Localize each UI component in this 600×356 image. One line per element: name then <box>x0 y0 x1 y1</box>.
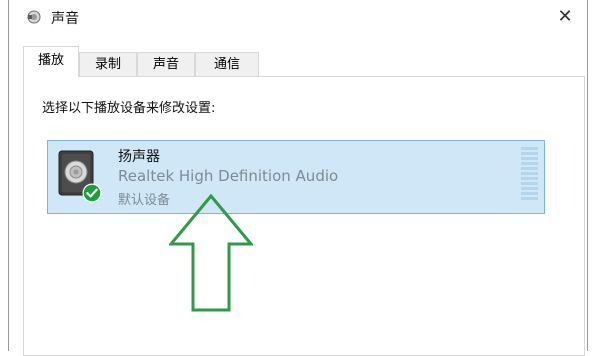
close-button[interactable]: ✕ <box>553 6 577 28</box>
device-name: 扬声器 <box>118 149 160 165</box>
close-icon: ✕ <box>557 6 573 27</box>
speaker-settings-icon <box>27 10 41 24</box>
up-arrow-annotation <box>169 194 253 312</box>
tab-sounds[interactable]: 声音 <box>137 52 195 76</box>
device-list: 扬声器 Realtek High Definition Audio 默认设备 <box>40 140 545 340</box>
instruction-label: 选择以下播放设备来修改设置: <box>42 101 216 116</box>
device-status: 默认设备 <box>118 193 171 208</box>
tab-recording[interactable]: 录制 <box>79 52 137 76</box>
playback-panel: 选择以下播放设备来修改设置: 扬声器 Realtek High Definiti… <box>23 76 585 356</box>
sound-dialog: 声音 ✕ 播放 录制 声音 通信 选择以下播放设备来修改设置: 扬声器 Real… <box>8 0 588 356</box>
tab-strip: 播放 录制 声音 通信 <box>9 46 587 77</box>
window-title: 声音 <box>51 11 79 27</box>
tab-communications[interactable]: 通信 <box>195 52 259 76</box>
volume-level-meter <box>521 147 538 200</box>
title-bar: 声音 ✕ <box>9 0 587 38</box>
device-row-speaker[interactable]: 扬声器 Realtek High Definition Audio 默认设备 <box>47 140 545 214</box>
check-badge-icon <box>82 183 102 203</box>
device-description: Realtek High Definition Audio <box>118 167 339 185</box>
tab-playback[interactable]: 播放 <box>23 46 79 77</box>
